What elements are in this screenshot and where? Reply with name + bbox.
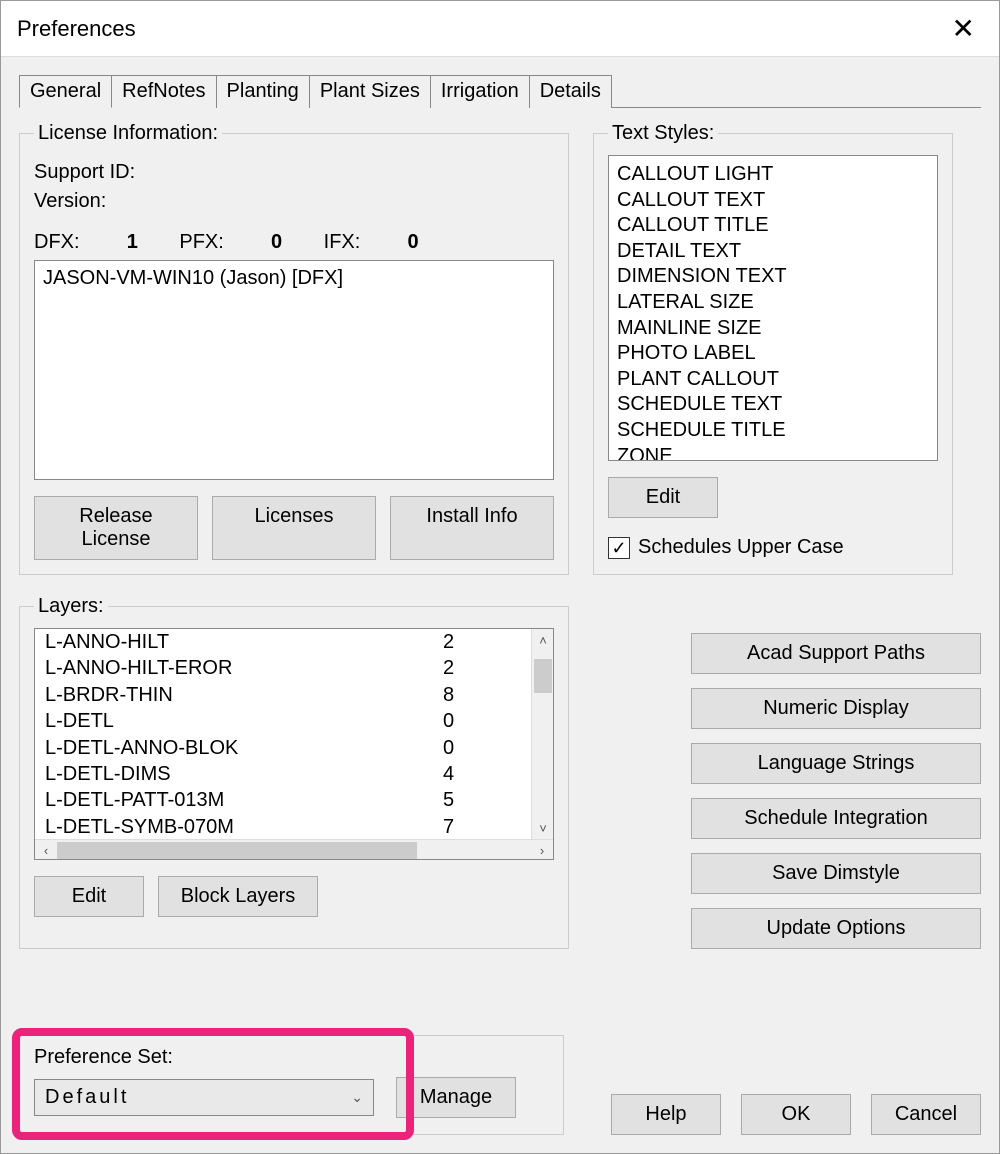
table-row[interactable]: L-DETL-DIMS4	[35, 761, 553, 787]
table-row[interactable]: L-DETL-PATT-013M5	[35, 787, 553, 813]
update-options-button[interactable]: Update Options	[691, 908, 981, 949]
schedule-integration-button[interactable]: Schedule Integration	[691, 798, 981, 839]
save-dimstyle-button[interactable]: Save Dimstyle	[691, 853, 981, 894]
license-listbox[interactable]: JASON-VM-WIN10 (Jason) [DFX]	[34, 260, 554, 480]
table-row[interactable]: L-DETL-ANNO-BLOK0	[35, 735, 553, 761]
list-item[interactable]: DETAIL TEXT	[617, 239, 929, 265]
license-entry[interactable]: JASON-VM-WIN10 (Jason) [DFX]	[43, 267, 545, 290]
version-label: Version:	[34, 190, 554, 213]
window-title: Preferences	[17, 16, 136, 42]
table-row[interactable]: L-ANNO-HILT2	[35, 629, 553, 655]
tab-details[interactable]: Details	[529, 75, 612, 108]
preference-set-combo[interactable]: Default ⌄	[34, 1079, 374, 1116]
list-item[interactable]: SCHEDULE TITLE	[617, 418, 929, 444]
numeric-display-button[interactable]: Numeric Display	[691, 688, 981, 729]
scroll-thumb[interactable]	[57, 842, 417, 860]
ok-button[interactable]: OK	[741, 1094, 851, 1135]
scroll-left-icon[interactable]: ‹	[35, 840, 57, 861]
tab-general[interactable]: General	[19, 75, 112, 108]
layers-legend: Layers:	[34, 595, 108, 618]
cancel-button[interactable]: Cancel	[871, 1094, 981, 1135]
scroll-up-icon[interactable]: ˄	[532, 629, 553, 651]
layers-edit-button[interactable]: Edit	[34, 876, 144, 917]
language-strings-button[interactable]: Language Strings	[691, 743, 981, 784]
list-item[interactable]: DIMENSION TEXT	[617, 264, 929, 290]
right-buttons: Acad Support Paths Numeric Display Langu…	[691, 633, 981, 949]
manage-button[interactable]: Manage	[396, 1077, 516, 1118]
text-styles-group: Text Styles: CALLOUT LIGHT CALLOUT TEXT …	[593, 122, 953, 575]
list-item[interactable]: CALLOUT TEXT	[617, 188, 929, 214]
license-counts: DFX: 1 PFX: 0 IFX: 0	[34, 231, 554, 254]
scroll-thumb[interactable]	[534, 659, 552, 693]
list-item[interactable]: ZONE	[617, 444, 929, 461]
tab-refnotes[interactable]: RefNotes	[111, 75, 216, 108]
schedules-upper-checkbox[interactable]: ✓	[608, 537, 630, 559]
block-layers-button[interactable]: Block Layers	[158, 876, 318, 917]
list-item[interactable]: PLANT CALLOUT	[617, 367, 929, 393]
tab-planting[interactable]: Planting	[216, 75, 310, 108]
tab-plant-sizes[interactable]: Plant Sizes	[309, 75, 431, 108]
tab-bar: General RefNotes Planting Plant Sizes Ir…	[19, 75, 981, 108]
list-item[interactable]: LATERAL SIZE	[617, 290, 929, 316]
layers-group: Layers: L-ANNO-HILT2 L-ANNO-HILT-EROR2 L…	[19, 595, 569, 949]
table-row[interactable]: L-DETL0	[35, 708, 553, 734]
acad-support-paths-button[interactable]: Acad Support Paths	[691, 633, 981, 674]
text-styles-listbox[interactable]: CALLOUT LIGHT CALLOUT TEXT CALLOUT TITLE…	[608, 155, 938, 461]
list-item[interactable]: PHOTO LABEL	[617, 341, 929, 367]
schedules-upper-label: Schedules Upper Case	[638, 536, 844, 559]
license-group: License Information: Support ID: Version…	[19, 122, 569, 575]
table-row[interactable]: L-DETL-SYMB-070M7	[35, 814, 553, 839]
help-button[interactable]: Help	[611, 1094, 721, 1135]
license-legend: License Information:	[34, 122, 222, 145]
preference-set-label: Preference Set:	[34, 1046, 549, 1069]
layers-listbox[interactable]: L-ANNO-HILT2 L-ANNO-HILT-EROR2 L-BRDR-TH…	[34, 628, 554, 860]
layers-vscrollbar[interactable]: ˄ ˅	[531, 629, 553, 839]
scroll-down-icon[interactable]: ˅	[532, 817, 553, 839]
table-row[interactable]: L-BRDR-THIN8	[35, 682, 553, 708]
release-license-button[interactable]: Release License	[34, 496, 198, 560]
layers-hscrollbar[interactable]: ‹ ›	[35, 839, 553, 860]
scroll-right-icon[interactable]: ›	[531, 840, 553, 861]
list-item[interactable]: CALLOUT TITLE	[617, 213, 929, 239]
text-styles-legend: Text Styles:	[608, 122, 718, 145]
install-info-button[interactable]: Install Info	[390, 496, 554, 560]
text-styles-edit-button[interactable]: Edit	[608, 477, 718, 518]
preference-set-group: Preference Set: Default ⌄ Manage	[19, 1035, 564, 1135]
licenses-button[interactable]: Licenses	[212, 496, 376, 560]
close-icon[interactable]: ✕	[944, 8, 983, 49]
chevron-down-icon: ⌄	[351, 1089, 363, 1106]
preference-set-value: Default	[45, 1086, 129, 1109]
list-item[interactable]: SCHEDULE TEXT	[617, 392, 929, 418]
list-item[interactable]: CALLOUT LIGHT	[617, 162, 929, 188]
table-row[interactable]: L-ANNO-HILT-EROR2	[35, 655, 553, 681]
list-item[interactable]: MAINLINE SIZE	[617, 316, 929, 342]
tab-irrigation[interactable]: Irrigation	[430, 75, 530, 108]
support-id-label: Support ID:	[34, 161, 554, 184]
